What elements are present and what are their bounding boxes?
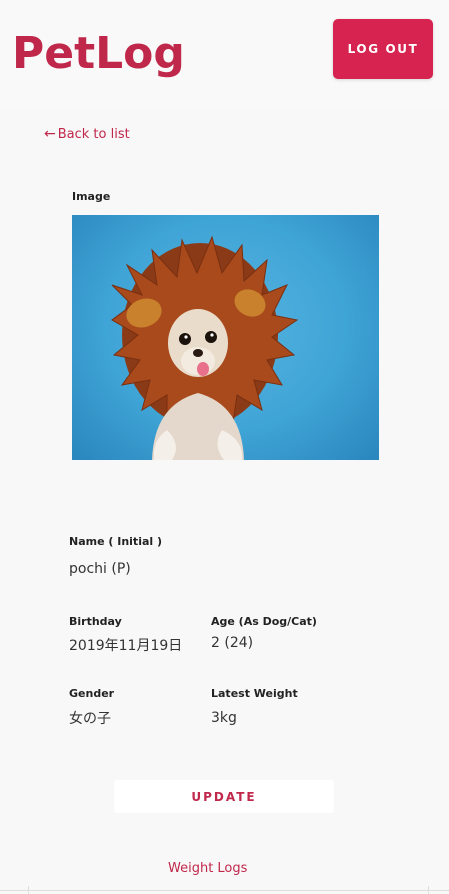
name-value: pochi (P) xyxy=(69,561,131,577)
app-logo[interactable]: PetLog xyxy=(12,28,185,79)
logout-button[interactable]: LOG OUT xyxy=(333,19,433,79)
gender-label: Gender xyxy=(69,687,115,700)
back-link-label: Back to list xyxy=(57,126,130,142)
pet-illustration xyxy=(111,235,299,460)
back-to-list-link[interactable]: ← Back to list xyxy=(44,126,130,142)
bottom-divider-tick-right xyxy=(428,886,429,894)
age-label: Age (As Dog/Cat) xyxy=(211,615,317,628)
latest-weight-label: Latest Weight xyxy=(211,687,298,700)
name-label: Name ( Initial ) xyxy=(69,535,163,548)
birthday-value: 2019年11月19日 xyxy=(69,638,183,654)
update-button[interactable]: UPDATE xyxy=(114,780,334,813)
age-value: 2 (24) xyxy=(211,635,254,651)
pet-image xyxy=(72,215,379,460)
image-label: Image xyxy=(72,190,111,203)
birthday-label: Birthday xyxy=(69,615,122,628)
latest-weight-value: 3kg xyxy=(211,710,237,726)
bottom-divider xyxy=(0,890,449,891)
weight-logs-link[interactable]: Weight Logs xyxy=(168,861,247,876)
header: PetLog LOG OUT xyxy=(0,0,449,108)
gender-value: 女の子 xyxy=(69,711,111,727)
bottom-divider-tick-left xyxy=(28,886,29,894)
left-arrow-icon: ← xyxy=(44,126,56,142)
